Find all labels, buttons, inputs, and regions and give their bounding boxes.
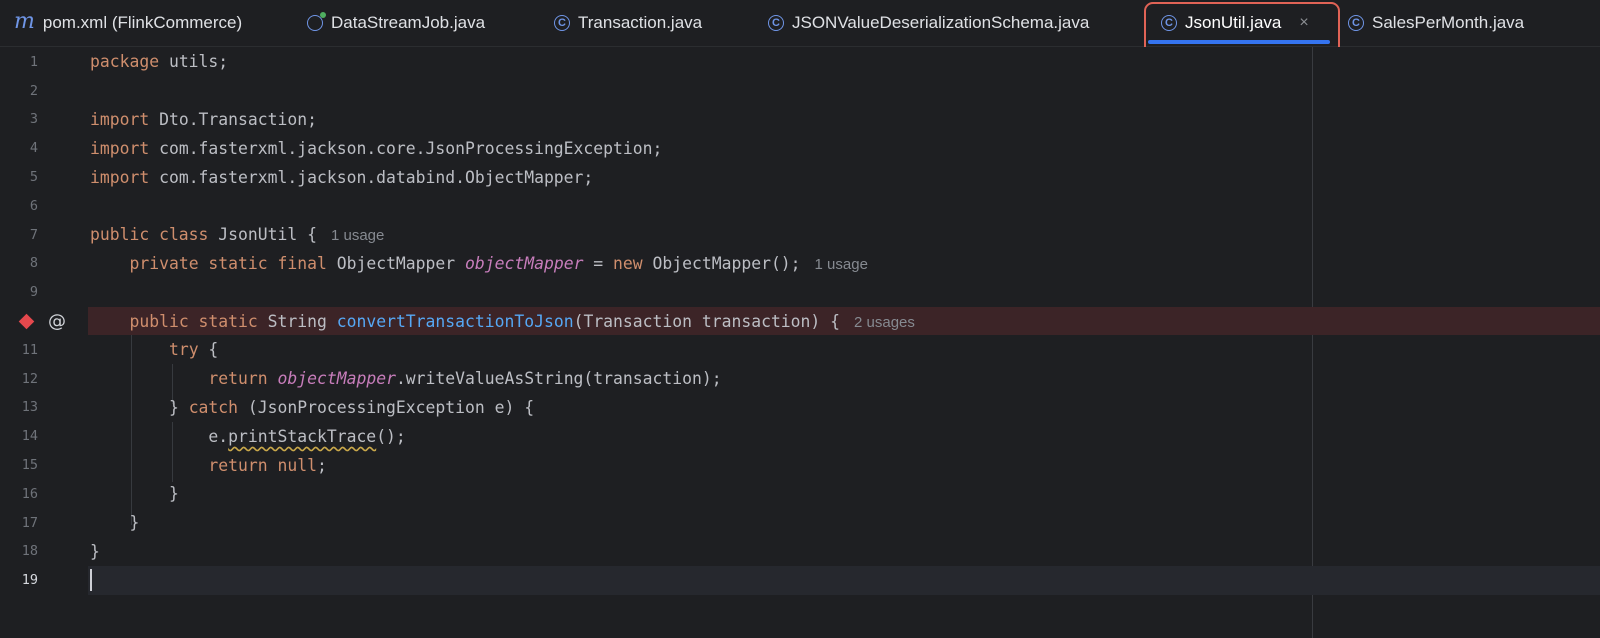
tab-label: DataStreamJob.java — [331, 13, 486, 32]
code-line[interactable]: 11 try { — [0, 336, 1600, 365]
line-number: 12 — [21, 370, 38, 387]
code-text: return null; — [208, 455, 327, 475]
close-icon[interactable]: × — [1299, 14, 1308, 32]
code-text: } — [90, 513, 140, 533]
usage-hint[interactable]: 1 usage — [331, 227, 384, 244]
tab-label: Transaction.java — [578, 13, 703, 32]
code-line[interactable]: @ public static String convertTransactio… — [0, 307, 1600, 336]
line-number: 4 — [29, 140, 38, 157]
line-number: 18 — [21, 543, 38, 560]
code-text: return objectMapper.writeValueAsString(t… — [208, 369, 722, 389]
code-text: public static String convertTransactionT… — [129, 311, 915, 331]
tab-jsonvaluedeserializationschema[interactable]: C JSONValueDeserializationSchema.java — [768, 0, 1089, 46]
code-line[interactable]: 17 } — [0, 508, 1600, 537]
code-line[interactable]: 18 } — [0, 537, 1600, 566]
code-text: private static final ObjectMapper object… — [129, 253, 868, 273]
tab-label: SalesPerMonth.java — [1372, 13, 1525, 32]
code-text: e.printStackTrace(); — [90, 426, 406, 446]
maven-icon: m — [14, 8, 35, 34]
code-line[interactable]: 13 } catch (JsonProcessingException e) { — [0, 393, 1600, 422]
java-class-icon: C — [768, 15, 784, 31]
line-number: 1 — [29, 53, 38, 70]
code-line[interactable]: 6 — [0, 192, 1600, 221]
tab-label: JSONValueDeserializationSchema.java — [792, 13, 1090, 32]
code-line[interactable]: 15 return null; — [0, 451, 1600, 480]
code-line[interactable]: 7 public class JsonUtil {1 usage — [0, 220, 1600, 249]
code-line[interactable]: 8 private static final ObjectMapper obje… — [0, 249, 1600, 278]
code-text: import Dto.Transaction; — [90, 109, 317, 129]
code-line[interactable]: 14 e.printStackTrace(); — [0, 422, 1600, 451]
line-number: 17 — [21, 514, 38, 531]
line-number: 16 — [21, 485, 38, 502]
editor-tab-bar: m pom.xml (FlinkCommerce) DataStreamJob.… — [0, 0, 1600, 47]
code-text: } — [90, 541, 100, 561]
line-number: 9 — [29, 284, 38, 301]
code-line[interactable]: 4 import com.fasterxml.jackson.core.Json… — [0, 134, 1600, 163]
code-line[interactable]: 3 import Dto.Transaction; — [0, 105, 1600, 134]
java-class-icon: C — [1161, 15, 1177, 31]
breakpoint-icon[interactable] — [18, 313, 35, 329]
tab-transaction[interactable]: C Transaction.java — [554, 0, 702, 46]
line-number: 15 — [21, 457, 38, 474]
usage-hint[interactable]: 2 usages — [854, 314, 915, 331]
code-line[interactable]: 12 return objectMapper.writeValueAsStrin… — [0, 364, 1600, 393]
line-number: 13 — [21, 399, 38, 416]
code-text: } catch (JsonProcessingException e) { — [90, 397, 535, 417]
tab-datastreamjob[interactable]: DataStreamJob.java — [307, 0, 485, 46]
line-number: 2 — [29, 82, 38, 99]
java-class-run-icon — [307, 12, 326, 31]
line-number: 14 — [21, 428, 38, 445]
line-number: 8 — [29, 255, 38, 272]
code-text: package utils; — [90, 52, 229, 72]
code-text: import com.fasterxml.jackson.core.JsonPr… — [90, 138, 663, 158]
tab-label: pom.xml (FlinkCommerce) — [42, 13, 243, 32]
code-line[interactable]: 16 } — [0, 480, 1600, 509]
tab-label: JsonUtil.java — [1185, 13, 1282, 32]
code-text: } — [90, 484, 179, 504]
code-text: public class JsonUtil {1 usage — [90, 225, 385, 245]
line-number: 19 — [21, 572, 38, 589]
active-tab-indicator — [1148, 40, 1330, 44]
code-line[interactable]: 19 — [0, 566, 1600, 595]
java-class-icon: C — [1348, 15, 1364, 31]
java-class-icon: C — [554, 15, 570, 31]
line-number: 7 — [29, 226, 38, 243]
line-number: 5 — [29, 169, 38, 186]
tab-salespermonth[interactable]: C SalesPerMonth.java — [1348, 0, 1524, 46]
text-cursor — [90, 569, 92, 592]
usage-hint[interactable]: 1 usage — [815, 256, 868, 273]
line-number: 6 — [29, 197, 38, 214]
code-line[interactable]: 1 package utils; — [0, 48, 1600, 77]
line-number: 3 — [29, 111, 38, 128]
override-icon[interactable]: @ — [48, 311, 66, 332]
tab-pom-xml[interactable]: m pom.xml (FlinkCommerce) — [14, 0, 242, 46]
code-text: try { — [168, 340, 219, 360]
code-line[interactable]: 9 — [0, 278, 1600, 307]
code-text: import com.fasterxml.jackson.databind.Ob… — [90, 167, 594, 187]
code-line[interactable]: 2 — [0, 76, 1600, 105]
code-line[interactable]: 5 import com.fasterxml.jackson.databind.… — [0, 163, 1600, 192]
line-number: 11 — [21, 341, 38, 358]
